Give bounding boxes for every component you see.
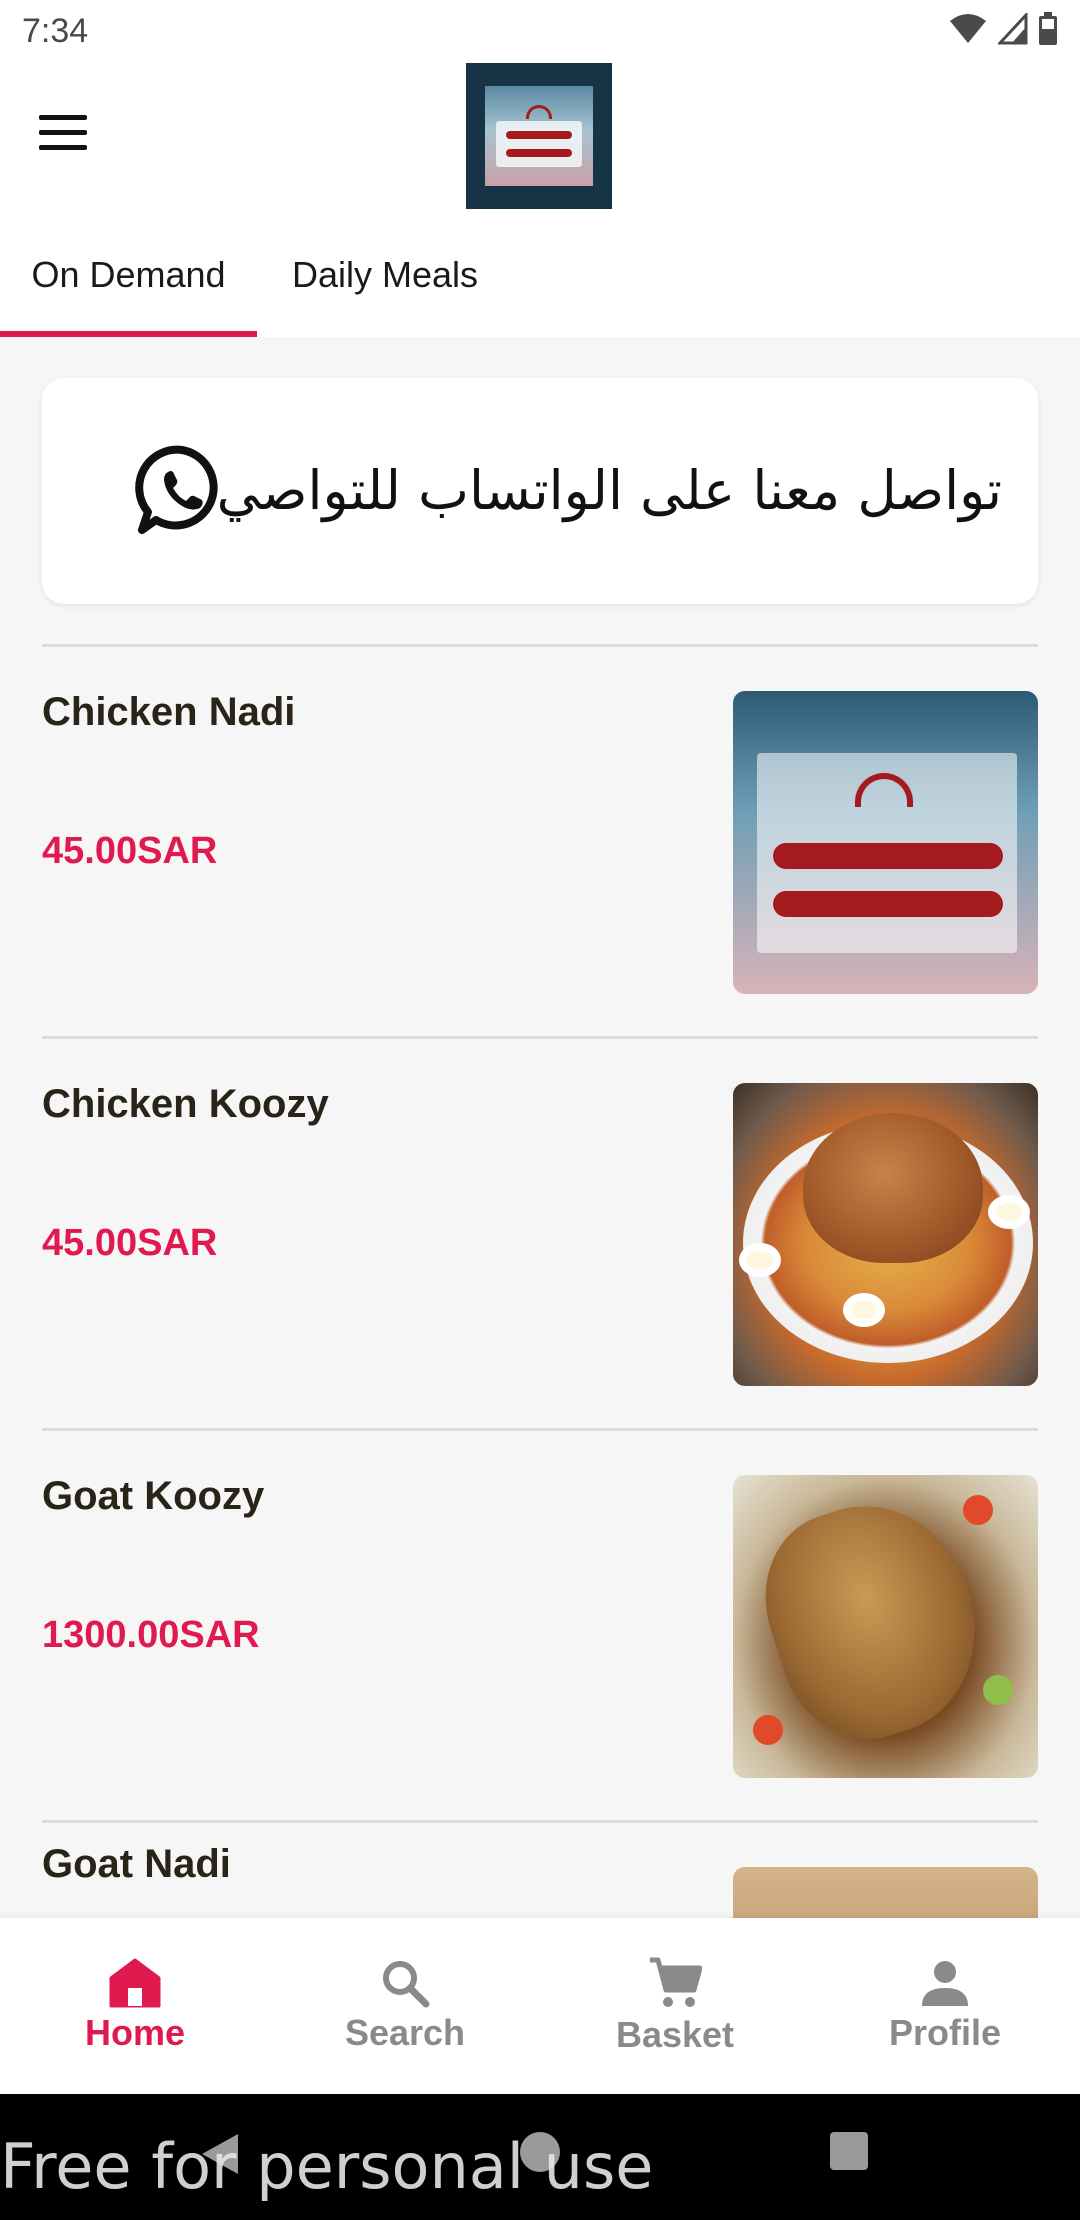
home-icon bbox=[109, 1958, 161, 2008]
item-name: Chicken Koozy bbox=[42, 1082, 329, 1126]
status-icons bbox=[948, 12, 1058, 46]
item-image bbox=[733, 1475, 1038, 1778]
item-price: 45.00SAR bbox=[42, 830, 218, 872]
battery-icon bbox=[1039, 12, 1057, 45]
watermark: Free for personal use bbox=[0, 2130, 654, 2203]
status-bar: 7:34 bbox=[0, 0, 1080, 63]
menu-item[interactable]: Chicken Koozy 45.00SAR bbox=[0, 1038, 1080, 1430]
item-name: Goat Nadi bbox=[42, 1842, 231, 1886]
whatsapp-icon bbox=[135, 445, 218, 534]
tab-on-demand[interactable]: On Demand bbox=[0, 213, 257, 337]
wifi-icon bbox=[950, 14, 986, 43]
nav-search[interactable]: Search bbox=[270, 1918, 540, 2094]
item-image bbox=[733, 691, 1038, 994]
menu-button[interactable] bbox=[30, 103, 96, 163]
restaurant-logo bbox=[466, 63, 612, 209]
bottom-navigation: Home Search Basket Profile bbox=[0, 1918, 1080, 2094]
nav-home-label: Home bbox=[84, 2012, 186, 2053]
item-image bbox=[733, 1083, 1038, 1386]
item-name: Goat Koozy bbox=[42, 1474, 265, 1518]
nav-basket-label: Basket bbox=[615, 2014, 735, 2055]
logo-image bbox=[485, 86, 593, 186]
whatsapp-banner-text: تواصل معنا على الواتساب للتواصي bbox=[216, 459, 1002, 522]
app-bar bbox=[0, 63, 1080, 213]
nav-basket[interactable]: Basket bbox=[540, 1918, 810, 2094]
whatsapp-banner[interactable]: تواصل معنا على الواتساب للتواصي bbox=[42, 378, 1038, 604]
item-price: 45.00SAR bbox=[42, 1222, 218, 1264]
search-icon bbox=[383, 1961, 430, 2008]
menu-item[interactable]: Goat Nadi bbox=[0, 1822, 1080, 1918]
cell-signal-icon bbox=[998, 13, 1028, 45]
cart-icon bbox=[650, 1957, 702, 2007]
category-tabs: On Demand Daily Meals bbox=[0, 213, 1080, 337]
hamburger-menu-icon bbox=[39, 115, 87, 150]
nav-profile-label: Profile bbox=[888, 2012, 1002, 2053]
nav-profile[interactable]: Profile bbox=[810, 1918, 1080, 2094]
menu-item[interactable]: Chicken Nadi 45.00SAR bbox=[0, 646, 1080, 1038]
item-name: Chicken Nadi bbox=[42, 690, 296, 734]
item-image bbox=[733, 1867, 1038, 1918]
nav-home[interactable]: Home bbox=[0, 1918, 270, 2094]
nav-search-label: Search bbox=[344, 2012, 466, 2053]
item-price: 1300.00SAR bbox=[42, 1614, 260, 1656]
person-icon bbox=[922, 1961, 968, 2006]
active-tab-indicator bbox=[0, 331, 257, 337]
menu-item[interactable]: Goat Koozy 1300.00SAR bbox=[0, 1430, 1080, 1822]
recents-icon[interactable] bbox=[830, 2132, 868, 2170]
status-time: 7:34 bbox=[22, 12, 89, 50]
tab-daily-meals[interactable]: Daily Meals bbox=[257, 213, 513, 337]
